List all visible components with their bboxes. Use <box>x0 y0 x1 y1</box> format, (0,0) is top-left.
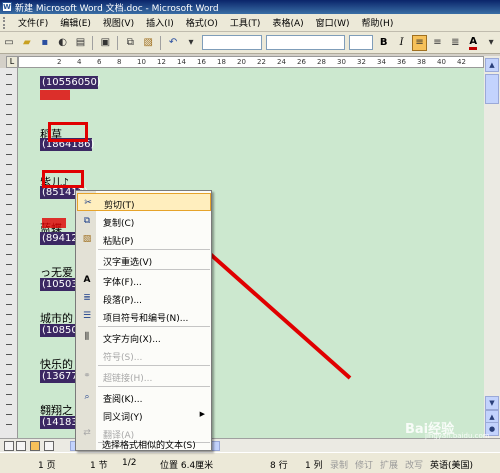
status-bar: 1 页 1 节 1/2 位置 6.4厘米 8 行 1 列 录制 修订 扩展 改写… <box>0 452 500 473</box>
status-track-changes[interactable]: 修订 <box>355 458 373 471</box>
menu-item-font[interactable]: A 字体(F)... <box>77 271 211 289</box>
menu-item-label: 段落(P)... <box>103 296 143 306</box>
outline-view-icon[interactable] <box>44 441 54 451</box>
menu-item-synonyms[interactable]: 同义词(Y) ▶ <box>77 406 211 424</box>
context-menu: ✂ 剪切(T) ⧉ 复制(C) ▧ 粘贴(P) 汉字重选(V) A 字体(F).… <box>75 190 212 451</box>
menu-item-reconvert[interactable]: 汉字重选(V) <box>77 251 211 269</box>
paragraph-icon: ≣ <box>83 293 91 303</box>
menu-separator <box>98 269 210 270</box>
menu-item-label: 字体(F)... <box>103 278 142 288</box>
status-overtype[interactable]: 改写 <box>405 458 423 471</box>
menu-item-hyperlink[interactable]: ⚭ 超链接(H)... <box>77 367 211 385</box>
status-line: 8 行 <box>270 461 288 471</box>
status-position: 位置 6.4厘米 <box>160 461 214 471</box>
scissors-icon: ✂ <box>84 198 92 208</box>
status-page: 1 页 <box>38 461 56 471</box>
menu-item-paragraph[interactable]: ≣ 段落(P)... <box>77 289 211 307</box>
menu-item-research[interactable]: ⌕ 查阅(K)... <box>77 388 211 406</box>
menu-item-label: 粘贴(P) <box>103 237 134 247</box>
menu-item-label: 复制(C) <box>103 219 135 229</box>
hyperlink-icon: ⚭ <box>83 371 91 381</box>
menu-item-bullets[interactable]: ☰ 项目符号和编号(N)... <box>77 307 211 325</box>
bullets-icon: ☰ <box>82 311 92 321</box>
scroll-thumb[interactable] <box>485 74 499 104</box>
submenu-arrow-icon: ▶ <box>199 410 205 418</box>
paste-icon: ▧ <box>82 234 92 244</box>
scroll-down-icon[interactable]: ▼ <box>485 396 499 410</box>
vertical-scrollbar[interactable]: ▲ ▼ ▲ ● <box>484 56 500 438</box>
menu-item-label: 选择格式相似的文本(S) <box>102 441 196 451</box>
status-language: 英语(美国) <box>430 461 474 471</box>
menu-separator <box>98 326 210 327</box>
menu-separator <box>98 249 210 250</box>
web-view-icon[interactable] <box>16 441 26 451</box>
menu-item-label: 汉字重选(V) <box>103 258 153 268</box>
menu-separator <box>98 365 210 366</box>
menu-item-label: 同义词(Y) <box>103 413 143 423</box>
menu-item-label: 项目符号和编号(N)... <box>103 314 189 324</box>
status-page-of: 1/2 <box>122 458 137 468</box>
status-record[interactable]: 录制 <box>330 458 348 471</box>
status-extend[interactable]: 扩展 <box>380 458 398 471</box>
menu-item-label: 剪切(T) <box>104 201 135 211</box>
menu-item-label: 文字方向(X)... <box>103 335 161 345</box>
menu-separator <box>98 386 210 387</box>
status-section: 1 节 <box>90 461 108 471</box>
baidu-watermark-url: jingyan.baidu.com <box>425 432 490 440</box>
menu-item-label: 查阅(K)... <box>103 395 143 405</box>
menu-item-cut[interactable]: ✂ 剪切(T) <box>77 193 211 211</box>
font-icon: A <box>83 275 91 285</box>
copy-icon: ⧉ <box>83 216 91 226</box>
status-column: 1 列 <box>305 461 323 471</box>
menu-item-label: 超链接(H)... <box>103 374 153 384</box>
scroll-up-icon[interactable]: ▲ <box>485 58 499 72</box>
menu-item-select-similar[interactable]: 选择格式相似的文本(S) <box>76 434 210 452</box>
research-icon: ⌕ <box>84 392 90 402</box>
menu-item-copy[interactable]: ⧉ 复制(C) <box>77 212 211 230</box>
text-direction-icon: ⫼ <box>84 332 90 342</box>
menu-item-label: 符号(S)... <box>103 353 143 363</box>
menu-item-paste[interactable]: ▧ 粘贴(P) <box>77 230 211 248</box>
menu-item-symbol[interactable]: 符号(S)... <box>77 346 211 364</box>
menu-item-text-direction[interactable]: ⫼ 文字方向(X)... <box>77 328 211 346</box>
print-layout-icon[interactable] <box>30 441 40 451</box>
normal-view-icon[interactable] <box>4 441 14 451</box>
